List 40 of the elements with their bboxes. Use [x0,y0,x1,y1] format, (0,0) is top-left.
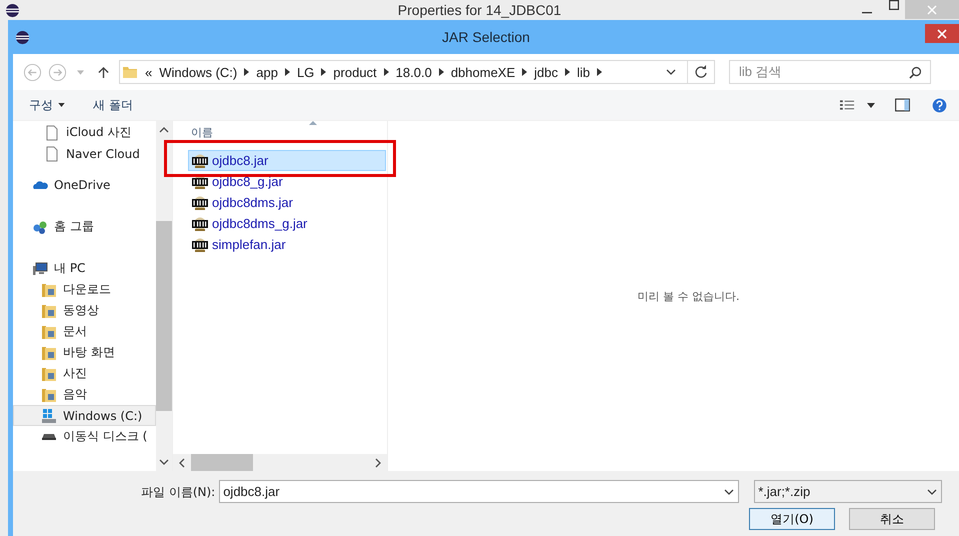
breadcrumb-item[interactable]: LG [296,64,314,80]
sidebar-item[interactable]: Naver Cloud [13,143,156,164]
breadcrumb-item[interactable]: dbhomeXE [450,64,516,80]
breadcrumb-item[interactable]: jdbc [534,64,558,80]
file-type-dropdown[interactable]: *.jar;*.zip [754,480,942,503]
sidebar-item[interactable]: 이동식 디스크 ( [13,426,156,447]
dialog-title: JAR Selection [442,29,530,45]
preview-message: 미리 볼 수 없습니다. [638,288,740,304]
breadcrumb-item[interactable]: app [256,64,278,80]
sidebar-item[interactable]: 문서 [13,321,156,342]
breadcrumb-item[interactable]: product [333,64,377,80]
new-folder-button[interactable]: 새 폴더 [91,94,135,116]
address-bar[interactable]: « Windows (C:) app LG product 18.0.0 dbhomeXE jdbc lib [119,60,715,84]
overflow-marker[interactable]: « [145,64,152,80]
file-item[interactable]: simplefan.jar [188,234,386,255]
sidebar-item[interactable]: 내 PC [13,258,156,279]
sidebar-item[interactable]: 음악 [13,384,156,405]
sidebar-item[interactable]: OneDrive [13,174,156,195]
sidebar-item[interactable]: 바탕 화면 [13,342,156,363]
breadcrumb-item[interactable]: Windows (C:) [159,64,238,80]
sidebar-item[interactable]: 다운로드 [13,279,156,300]
file-item[interactable]: ojdbc8dms_g.jar [188,213,386,234]
sidebar-item[interactable]: 사진 [13,363,156,384]
column-header[interactable]: 이름 [191,126,213,139]
organize-button[interactable]: 구성 [27,94,67,116]
sidebar-item[interactable]: 동영상 [13,300,156,321]
search-field[interactable]: lib 검색 [729,60,931,84]
breadcrumb-item[interactable]: lib [577,64,590,80]
file-name-label: 파일 이름(N): [141,484,216,501]
cancel-button[interactable]: 취소 [849,508,935,530]
open-button[interactable]: 열기(O) [749,508,835,530]
sidebar-item[interactable]: Windows (C:) [13,405,156,426]
breadcrumb-item[interactable]: 18.0.0 [396,64,432,80]
file-item[interactable]: ojdbc8dms.jar [188,192,386,213]
sidebar-item[interactable]: iCloud 사진 [13,122,156,143]
file-item[interactable]: ojdbc8_g.jar [188,171,386,192]
file-item[interactable]: ojdbc8.jar [188,150,386,171]
sidebar-item[interactable]: 홈 그룹 [13,216,156,237]
file-name-field[interactable]: ojdbc8.jar [219,480,740,503]
window-title: Properties for 14_JDBC01 [398,2,562,18]
